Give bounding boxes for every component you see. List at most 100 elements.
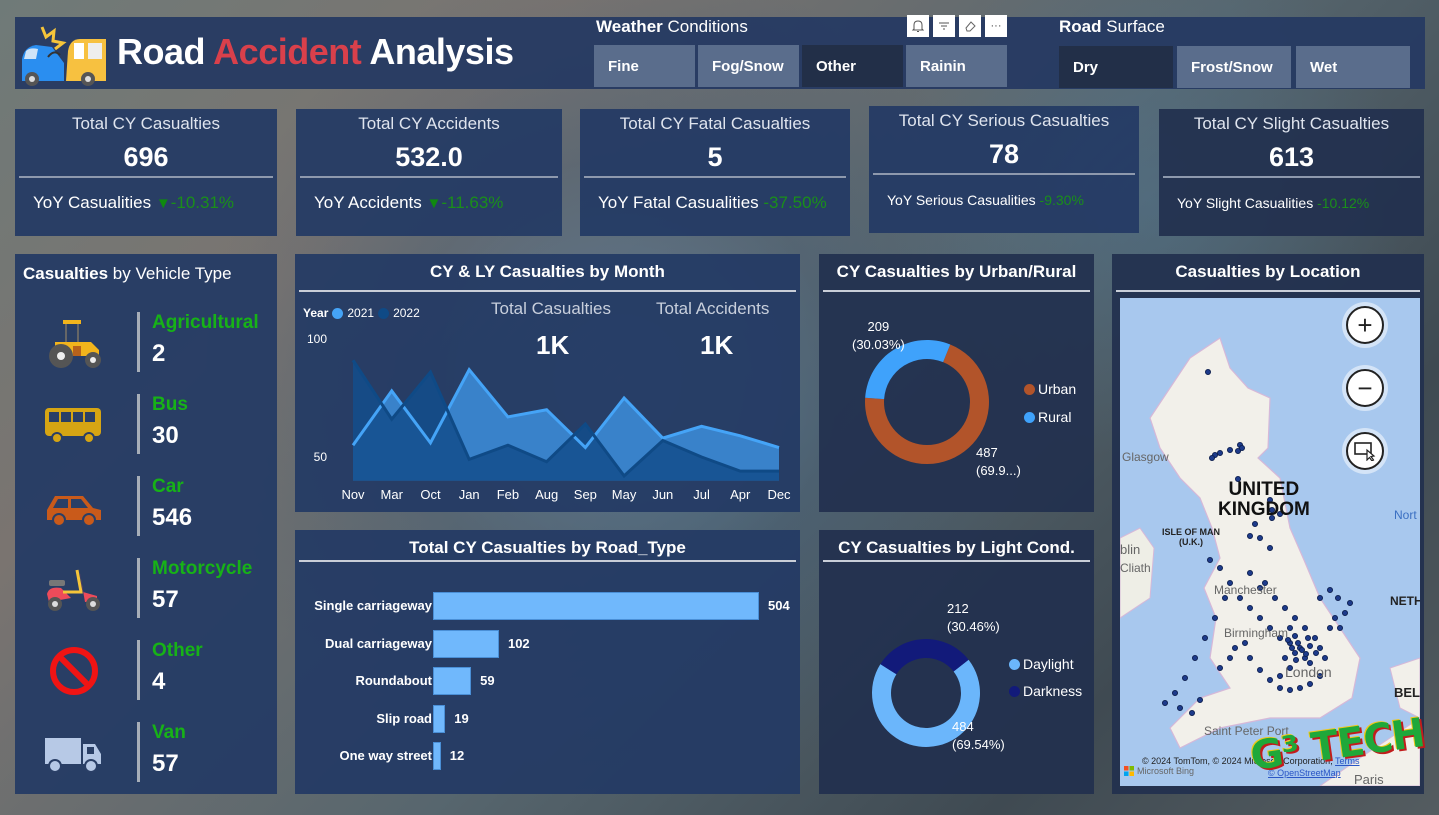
kpi-card-fatal-casualties: Total CY Fatal Casualties 5 YoY Fatal Ca… (580, 109, 850, 236)
surface-option-wet[interactable]: Wet (1296, 46, 1410, 88)
vehicle-label: Van (152, 722, 186, 743)
more-options-icon[interactable]: ··· (985, 15, 1007, 37)
eraser-icon[interactable] (959, 15, 981, 37)
location-point[interactable] (1311, 634, 1318, 641)
location-point[interactable] (1212, 614, 1219, 621)
weather-option-other[interactable]: Other (802, 45, 903, 87)
bar-value-label: 12 (449, 748, 465, 763)
month-chart-panel: CY & LY Casualties by Month Year 2021 20… (295, 254, 800, 512)
location-point[interactable] (1346, 599, 1353, 606)
location-point[interactable] (1326, 624, 1333, 631)
select-area-button[interactable] (1346, 432, 1384, 470)
legend-item-rural[interactable]: Rural (1024, 409, 1071, 425)
location-point[interactable] (1247, 532, 1254, 539)
location-point[interactable] (1217, 664, 1224, 671)
location-point[interactable] (1288, 644, 1295, 651)
location-point[interactable] (1306, 642, 1313, 649)
location-point[interactable] (1316, 594, 1323, 601)
weather-option-fine[interactable]: Fine (594, 45, 695, 87)
location-point[interactable] (1202, 634, 1209, 641)
location-point[interactable] (1281, 604, 1288, 611)
surface-option-dry[interactable]: Dry (1059, 46, 1173, 88)
location-point[interactable] (1286, 686, 1293, 693)
location-point[interactable] (1304, 634, 1311, 641)
location-point[interactable] (1247, 654, 1254, 661)
divider (300, 176, 558, 178)
kpi-card-total-casualties: Total CY Casualties 696 YoY Casualities … (15, 109, 277, 236)
bar[interactable] (433, 742, 441, 770)
donut-slice-darkness[interactable] (880, 639, 969, 675)
location-point[interactable] (1227, 654, 1234, 661)
divider (137, 558, 140, 618)
location-point[interactable] (1217, 449, 1224, 456)
location-point[interactable] (1301, 624, 1308, 631)
location-point[interactable] (1247, 604, 1254, 611)
location-point[interactable] (1298, 646, 1305, 653)
location-point[interactable] (1239, 444, 1246, 451)
urban-data-label: 487 (69.9...) (976, 445, 1021, 478)
location-point[interactable] (1217, 564, 1224, 571)
location-point[interactable] (1276, 684, 1283, 691)
location-point[interactable] (1286, 624, 1293, 631)
location-point[interactable] (1336, 624, 1343, 631)
location-point[interactable] (1321, 654, 1328, 661)
location-point[interactable] (1247, 569, 1254, 576)
location-point[interactable] (1266, 676, 1273, 683)
location-point[interactable] (1205, 369, 1212, 376)
map-label-paris: Paris (1354, 772, 1384, 786)
location-point[interactable] (1189, 709, 1196, 716)
location-point[interactable] (1281, 654, 1288, 661)
bar-category-label: Roundabout (355, 673, 432, 688)
zoom-in-button[interactable]: + (1346, 306, 1384, 344)
bar[interactable] (433, 592, 759, 620)
location-point[interactable] (1291, 649, 1298, 656)
location-point[interactable] (1177, 704, 1184, 711)
location-point[interactable] (1192, 654, 1199, 661)
location-point[interactable] (1334, 594, 1341, 601)
location-point[interactable] (1312, 649, 1319, 656)
location-point[interactable] (1207, 556, 1214, 563)
location-point[interactable] (1232, 644, 1239, 651)
bar[interactable] (433, 667, 472, 695)
location-point[interactable] (1256, 614, 1263, 621)
location-point[interactable] (1172, 689, 1179, 696)
weather-option-fog-snow[interactable]: Fog/Snow (698, 45, 799, 87)
location-point[interactable] (1326, 586, 1333, 593)
surface-option-frost-snow[interactable]: Frost/Snow (1177, 46, 1291, 88)
zoom-out-button[interactable]: − (1346, 369, 1384, 407)
location-point[interactable] (1256, 534, 1263, 541)
location-point[interactable] (1227, 446, 1234, 453)
legend-item-daylight[interactable]: Daylight (1009, 656, 1074, 672)
location-point[interactable] (1291, 632, 1298, 639)
legend-item-urban[interactable]: Urban (1024, 381, 1076, 397)
legend-item-darkness[interactable]: Darkness (1009, 683, 1082, 699)
location-point[interactable] (1209, 454, 1216, 461)
location-point[interactable] (1182, 674, 1189, 681)
location-point[interactable] (1291, 614, 1298, 621)
location-point[interactable] (1162, 699, 1169, 706)
divider (137, 394, 140, 454)
location-point[interactable] (1296, 684, 1303, 691)
filter-icon[interactable] (933, 15, 955, 37)
map-canvas[interactable]: Glasgow UNITED KINGDOM Nort ISLE OF MAN (U… (1120, 298, 1420, 786)
location-point[interactable] (1251, 520, 1258, 527)
bar[interactable] (433, 629, 499, 658)
location-point[interactable] (1294, 639, 1301, 646)
bar[interactable] (433, 704, 446, 733)
location-point[interactable] (1197, 696, 1204, 703)
location-point[interactable] (1331, 614, 1338, 621)
location-point[interactable] (1292, 656, 1299, 663)
location-point[interactable] (1302, 650, 1309, 657)
location-point[interactable] (1341, 609, 1348, 616)
location-point[interactable] (1306, 680, 1313, 687)
location-point[interactable] (1276, 672, 1283, 679)
location-point[interactable] (1316, 644, 1323, 651)
weather-option-raining[interactable]: Rainin (906, 45, 1007, 87)
location-point[interactable] (1266, 544, 1273, 551)
vehicle-label: Motorcycle (152, 558, 253, 579)
x-tick-label: Sep (574, 487, 597, 502)
location-point[interactable] (1242, 639, 1249, 646)
location-point[interactable] (1256, 666, 1263, 673)
bell-icon[interactable] (907, 15, 929, 37)
month-area-chart: 50 100 Nov Mar Oct Jan Feb Aug Sep May Jun Jul Apr De… (307, 332, 791, 502)
